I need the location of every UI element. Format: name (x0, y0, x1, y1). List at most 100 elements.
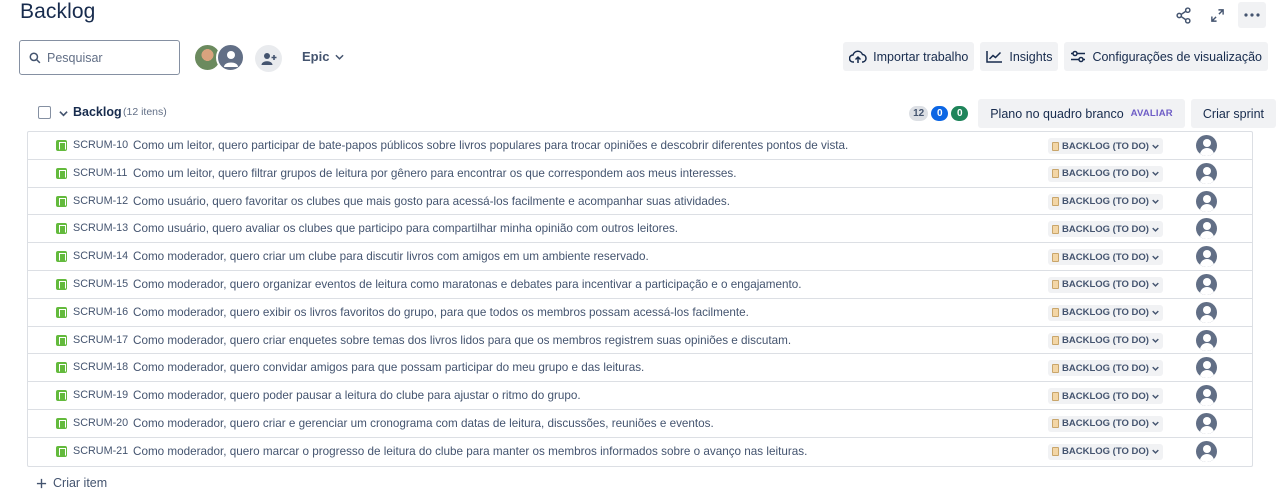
issue-summary: Como moderador, quero exibir os livros f… (133, 305, 749, 319)
issue-summary: Como moderador, quero marcar o progresso… (133, 444, 808, 458)
create-sprint-button[interactable]: Criar sprint (1190, 99, 1276, 128)
backlog-title[interactable]: Backlog (73, 105, 122, 119)
assignee-avatar[interactable] (1196, 329, 1217, 351)
issue-key[interactable]: SCRUM-13 (73, 222, 128, 234)
cloud-upload-icon (849, 50, 867, 63)
assignee-avatar[interactable] (1196, 412, 1217, 434)
assignee-avatar[interactable] (1196, 246, 1217, 268)
table-row[interactable]: SCRUM-19 Como moderador, quero poder pau… (28, 382, 1252, 410)
table-row[interactable]: SCRUM-20 Como moderador, quero criar e g… (28, 410, 1252, 438)
issue-summary: Como um leitor, quero participar de bate… (133, 139, 849, 152)
page-title: Backlog (20, 0, 96, 23)
avatar[interactable] (216, 43, 245, 72)
status-dropdown[interactable]: BACKLOG (TO DO) (1048, 193, 1163, 210)
assignee-avatar[interactable] (1196, 273, 1217, 295)
import-work-button[interactable]: Importar trabalho (843, 42, 975, 71)
story-icon (56, 362, 67, 374)
add-people-button[interactable] (255, 45, 282, 72)
view-settings-button[interactable]: Configurações de visualização (1064, 42, 1268, 71)
share-icon[interactable] (1170, 4, 1196, 26)
assignee-avatar[interactable] (1196, 440, 1217, 462)
table-row[interactable]: SCRUM-14 Como moderador, quero criar um … (28, 243, 1252, 271)
issue-key[interactable]: SCRUM-11 (73, 167, 127, 179)
status-dropdown[interactable]: BACKLOG (TO DO) (1048, 443, 1163, 460)
issue-summary: Como um leitor, quero filtrar grupos de … (133, 166, 737, 180)
fullscreen-icon[interactable] (1204, 4, 1230, 26)
chevron-down-icon (1152, 422, 1159, 427)
assignee-avatar[interactable] (1196, 385, 1217, 407)
chevron-down-icon (1152, 199, 1159, 204)
chevron-down-icon (1152, 310, 1159, 316)
backlog-actions: 12 0 0 Plano no quadro branco AVALIAR Cr… (909, 99, 1276, 128)
view-tools: Importar trabalho Insights Configurações… (843, 42, 1268, 71)
table-row[interactable]: SCRUM-17 Como moderador, quero criar enq… (28, 327, 1252, 355)
issue-key[interactable]: SCRUM-16 (73, 306, 128, 318)
status-dropdown[interactable]: BACKLOG (TO DO) (1048, 165, 1163, 182)
status-dropdown[interactable]: BACKLOG (TO DO) (1048, 249, 1163, 266)
assignee-avatar[interactable] (1196, 301, 1217, 323)
table-row[interactable]: SCRUM-13 Como usuário, quero avaliar os … (28, 215, 1252, 244)
status-dropdown[interactable]: BACKLOG (TO DO) (1048, 388, 1163, 405)
status-dropdown[interactable]: BACKLOG (TO DO) (1048, 415, 1163, 432)
story-icon (56, 140, 67, 151)
whiteboard-plan-button[interactable]: Plano no quadro branco AVALIAR (978, 99, 1185, 128)
story-icon (56, 223, 67, 235)
document-icon (1052, 447, 1059, 457)
search-input[interactable] (47, 50, 167, 65)
table-row[interactable]: SCRUM-16 Como moderador, quero exibir os… (28, 299, 1252, 327)
status-dropdown[interactable]: BACKLOG (TO DO) (1048, 360, 1163, 377)
document-icon (1052, 336, 1059, 346)
table-row[interactable]: SCRUM-18 Como moderador, quero convidar … (28, 354, 1252, 383)
search-field[interactable] (19, 40, 180, 75)
assignee-avatar[interactable] (1196, 218, 1217, 240)
chevron-down-icon (1152, 171, 1159, 177)
chevron-down-icon (335, 54, 345, 60)
issue-key[interactable]: SCRUM-20 (73, 417, 128, 429)
issue-summary: Como moderador, quero criar e gerenciar … (133, 416, 714, 430)
issue-key[interactable]: SCRUM-19 (73, 389, 128, 401)
issue-key[interactable]: SCRUM-21 (73, 445, 128, 457)
issue-key[interactable]: SCRUM-12 (73, 195, 128, 207)
assignee-avatar[interactable] (1196, 357, 1217, 379)
issue-key[interactable]: SCRUM-15 (73, 278, 128, 290)
assignee-avatar[interactable] (1196, 162, 1217, 184)
table-row[interactable]: SCRUM-12 Como usuário, quero favoritar o… (28, 188, 1252, 216)
issue-key[interactable]: SCRUM-10 (73, 139, 128, 151)
document-icon (1052, 141, 1059, 151)
whiteboard-plan-label: Plano no quadro branco (990, 106, 1124, 121)
chart-line-icon (986, 51, 1003, 63)
more-icon[interactable] (1238, 2, 1266, 28)
issue-key[interactable]: SCRUM-14 (73, 250, 128, 262)
status-dropdown[interactable]: BACKLOG (TO DO) (1048, 304, 1163, 321)
status-dropdown[interactable]: BACKLOG (TO DO) (1048, 276, 1163, 293)
issue-key[interactable]: SCRUM-17 (73, 334, 128, 346)
status-label: BACKLOG (TO DO) (1062, 168, 1149, 180)
epic-filter[interactable]: Epic (302, 49, 345, 64)
assignee-avatar[interactable] (1196, 190, 1217, 212)
story-icon (56, 306, 67, 318)
chevron-down-icon[interactable] (59, 105, 68, 123)
table-row[interactable]: SCRUM-11 Como um leitor, quero filtrar g… (28, 160, 1252, 188)
issue-summary: Como moderador, quero criar enquetes sob… (133, 333, 792, 347)
assignee-avatar[interactable] (1196, 135, 1217, 156)
table-row[interactable]: SCRUM-10 Como um leitor, quero participa… (28, 132, 1252, 160)
status-dropdown[interactable]: BACKLOG (TO DO) (1048, 138, 1163, 154)
create-item-button[interactable]: Criar item (36, 476, 107, 490)
document-icon (1052, 197, 1059, 207)
status-dropdown[interactable]: BACKLOG (TO DO) (1048, 332, 1163, 349)
status-dropdown[interactable]: BACKLOG (TO DO) (1048, 221, 1163, 238)
status-label: BACKLOG (TO DO) (1062, 418, 1149, 430)
chevron-down-icon (1152, 394, 1159, 399)
issue-key[interactable]: SCRUM-18 (73, 361, 128, 373)
search-icon (29, 52, 41, 63)
story-icon (56, 278, 67, 290)
insights-button[interactable]: Insights (980, 42, 1059, 71)
issue-summary: Como usuário, quero favoritar os clubes … (133, 194, 731, 208)
story-icon (56, 417, 67, 429)
table-row[interactable]: SCRUM-15 Como moderador, quero organizar… (28, 271, 1252, 299)
table-row[interactable]: SCRUM-21 Como moderador, quero marcar o … (28, 438, 1252, 466)
insights-label: Insights (1009, 49, 1053, 64)
backlog-select-checkbox[interactable] (38, 106, 51, 119)
chevron-down-icon (1152, 366, 1159, 371)
points-done-badge: 0 (951, 106, 969, 121)
